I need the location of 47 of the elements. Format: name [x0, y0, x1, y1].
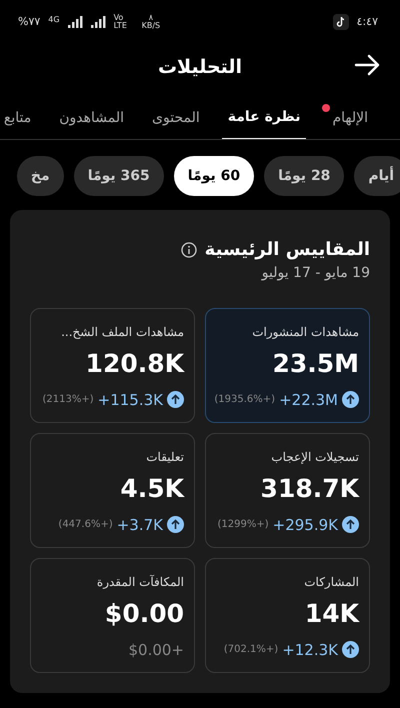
metric-value: 14K — [304, 598, 359, 630]
speed-value: ٨ — [148, 14, 153, 22]
back-arrow-icon[interactable] — [354, 54, 380, 76]
clock-text: ٤:٤٧ — [356, 14, 378, 30]
metric-label: المكافآت المقدرة — [96, 574, 184, 591]
range-chip[interactable]: 60 يومًا — [174, 156, 254, 196]
metric-label: المشاركات — [304, 574, 359, 591]
metric-value: $0.00 — [104, 598, 184, 630]
tab[interactable]: الإلهام — [322, 96, 374, 139]
network-text: 4G — [48, 14, 60, 26]
metric-label: تعليقات — [146, 449, 184, 466]
percent-text: (1935.6%+) — [214, 393, 276, 408]
tab[interactable]: متابع — [0, 96, 38, 139]
change-text: $0.00+ — [128, 640, 184, 660]
percent-text: (2113%+) — [42, 393, 94, 408]
percent-text: (1299%+) — [218, 518, 269, 532]
metric-value: 23.5M — [272, 348, 359, 380]
range-chip[interactable]: 28 يومًا — [264, 156, 344, 196]
speed-unit: KB/S — [142, 22, 160, 30]
tab[interactable]: المشاهدون — [53, 96, 130, 139]
metric-value: 120.8K — [86, 348, 184, 380]
range-chip[interactable]: مخ — [16, 156, 64, 196]
metric-label: تسجيلات الإعجاب — [271, 449, 359, 466]
page-title: التحليلات — [158, 54, 242, 80]
change-text: +3.7K — [116, 514, 163, 536]
signal-icon — [68, 16, 83, 28]
change-text: +12.3K — [282, 640, 338, 660]
range-chip[interactable]: 365 يومًا — [74, 156, 164, 196]
tab[interactable]: نظرة عامة — [222, 96, 306, 139]
change-text: +295.9K — [272, 514, 338, 536]
range-chip[interactable]: أيام — [354, 156, 400, 196]
volte-text: Vo LTE — [114, 14, 128, 30]
percent-text: (447.6%+) — [58, 518, 113, 532]
metric-value: 4.5K — [120, 473, 184, 505]
date-range-text: 19 مايو - 17 يوليو — [262, 264, 370, 283]
app-icon — [332, 14, 349, 30]
percent-text: (702.1%+) — [224, 643, 278, 658]
tab[interactable]: المحتوى — [146, 96, 206, 139]
section-title: المقاييس الرئيسية — [204, 238, 370, 262]
signal-icon — [90, 16, 106, 28]
metric-label: مشاهدات الملف الشخ... — [61, 324, 184, 341]
metric-label: مشاهدات المنشورات — [252, 324, 359, 341]
battery-text: %٧٧ — [18, 14, 40, 30]
metric-value: 318.7K — [260, 473, 359, 505]
change-text: +22.3M — [279, 390, 338, 410]
info-icon — [180, 242, 197, 258]
change-text: +115.3K — [98, 390, 163, 410]
